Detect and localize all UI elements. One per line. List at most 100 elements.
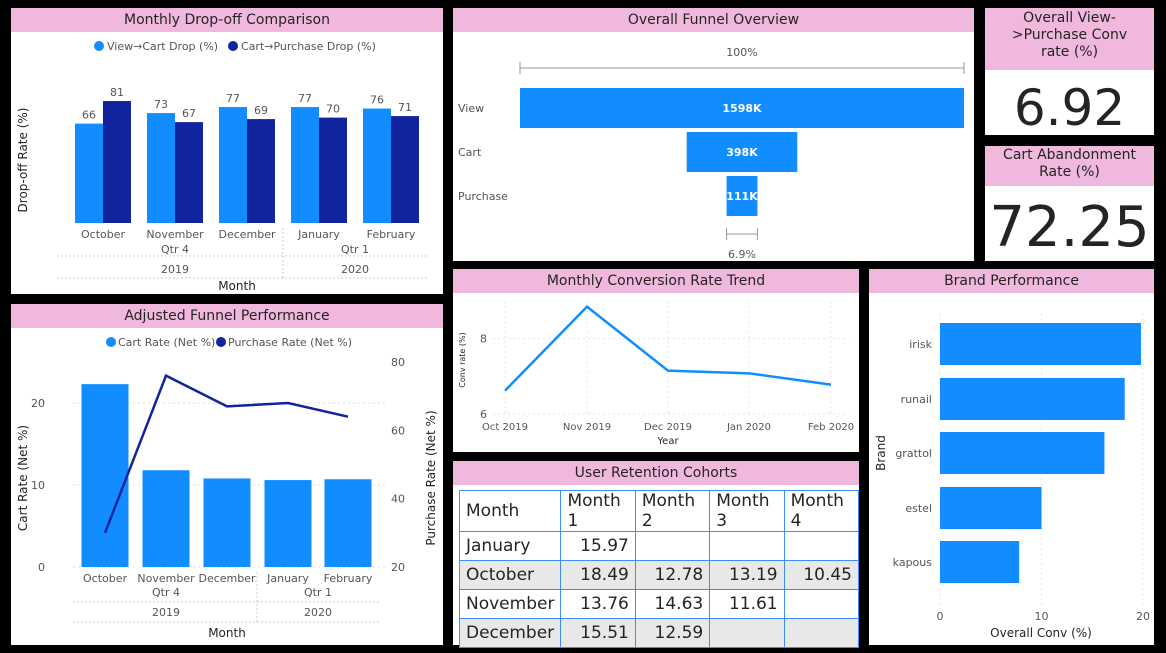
data-label: 70 <box>326 103 340 116</box>
y-tick-label: estel <box>905 502 932 515</box>
table-cell: January <box>458 531 562 561</box>
x-tick-label: Feb 2020 <box>808 422 854 433</box>
x-axis-title: Month <box>208 626 246 640</box>
bar <box>291 107 319 223</box>
table-row: December 15.51 12.59 <box>458 618 860 648</box>
legend-marker <box>216 337 226 347</box>
x-axis-title: Overall Conv (%) <box>990 626 1092 640</box>
table-cell: 13.76 <box>560 589 636 619</box>
x-tick-label: October <box>83 572 127 585</box>
x-tick-label: January <box>297 228 340 241</box>
table-cell: 18.49 <box>560 560 636 590</box>
legend-marker <box>106 337 116 347</box>
legend-label: Cart→Purchase Drop (%) <box>241 40 376 53</box>
table-cell: 13.19 <box>709 560 785 590</box>
x-tick-label: December <box>198 572 256 585</box>
cohort-table: Month Month 1 Month 2 Month 3 Month 4 Ja… <box>458 490 860 648</box>
y-axis-title: Brand <box>874 435 888 471</box>
data-label: 73 <box>154 98 168 111</box>
x-tick-label: February <box>367 228 416 241</box>
y-tick-label: grattol <box>895 447 932 460</box>
kpi-conv-title: Overall View->Purchase Conv rate (%) <box>985 8 1154 70</box>
x-tick-label: December <box>218 228 276 241</box>
y2-axis-title: Purchase Rate (Net %) <box>424 410 438 545</box>
table-row: November 13.76 14.63 11.61 <box>458 589 860 619</box>
y-tick-label: 0 <box>38 561 45 574</box>
bar <box>147 113 175 223</box>
y2-tick-label: 80 <box>391 356 405 369</box>
y-tick-label: 20 <box>31 397 45 410</box>
table-cell: 11.61 <box>709 589 785 619</box>
bar <box>81 384 129 567</box>
cohort-title: User Retention Cohorts <box>453 461 859 485</box>
table-cell <box>709 618 785 648</box>
cohort-col-header: Month 2 <box>634 490 711 532</box>
y-tick-label: irisk <box>909 338 932 351</box>
dropoff-chart: View→Cart Drop (%) Cart→Purchase Drop (%)… <box>16 40 429 293</box>
x-tick-label: February <box>324 572 373 585</box>
x-tick-label: Jan 2020 <box>726 422 771 433</box>
y-tick-label: 6 <box>480 408 487 421</box>
funnel-stage-label: View <box>458 102 484 115</box>
bar <box>363 108 391 223</box>
table-cell: 12.78 <box>634 560 711 590</box>
bar <box>75 123 103 223</box>
year-label: 2020 <box>341 263 369 276</box>
bar <box>247 119 275 223</box>
quarter-label: Qtr 4 <box>152 586 180 599</box>
year-label: 2019 <box>161 263 189 276</box>
funnel-chart: 100% 1598K View 398K Cart 111K Purchase 6.9% <box>458 46 965 261</box>
y-tick-label: kapous <box>893 556 933 569</box>
quarter-label: Qtr 4 <box>161 243 189 256</box>
x-tick-label: 20 <box>1136 610 1150 623</box>
table-row: October 18.49 12.78 13.19 10.45 <box>458 560 860 590</box>
legend-marker <box>94 41 104 51</box>
bar <box>940 487 1042 529</box>
data-label: 66 <box>82 109 96 122</box>
table-cell: December <box>458 618 562 648</box>
bar <box>219 107 247 223</box>
cohort-col-header: Month 3 <box>709 490 785 532</box>
adjusted-chart: Cart Rate (Net %) Purchase Rate (Net %) 0 1… <box>16 336 438 640</box>
quarter-label: Qtr 1 <box>341 243 369 256</box>
table-cell <box>783 589 860 619</box>
legend-marker <box>228 41 238 51</box>
adjusted-panel: Adjusted Funnel Performance Cart Rate (N… <box>11 304 443 645</box>
bar <box>264 480 312 567</box>
funnel-value-label: 398K <box>726 146 758 159</box>
funnel-bottom-label: 6.9% <box>728 248 756 261</box>
bar <box>142 470 190 567</box>
funnel-stage-label: Purchase <box>458 190 508 203</box>
kpi-conv-card: Overall View->Purchase Conv rate (%) 6.9… <box>985 8 1154 137</box>
trend-title: Monthly Conversion Rate Trend <box>453 269 859 293</box>
data-label: 69 <box>254 104 268 117</box>
funnel-value-label: 111K <box>726 190 758 203</box>
year-label: 2019 <box>152 606 180 619</box>
table-cell: 15.97 <box>560 531 636 561</box>
bar <box>391 116 419 223</box>
cohort-header-row: Month Month 1 Month 2 Month 3 Month 4 <box>458 490 860 532</box>
kpi-abandon-title: Cart Abandonment Rate (%) <box>985 146 1154 186</box>
cohort-panel: User Retention Cohorts Month Month 1 Mon… <box>453 461 860 648</box>
table-cell <box>709 531 785 561</box>
y2-tick-label: 60 <box>391 424 405 437</box>
data-label: 76 <box>370 94 384 107</box>
y-tick-label: 8 <box>480 333 487 346</box>
y2-tick-label: 40 <box>391 493 405 506</box>
funnel-top-label: 100% <box>726 46 757 59</box>
bar <box>175 122 203 223</box>
dropoff-title: Monthly Drop-off Comparison <box>11 8 443 32</box>
cohort-col-header: Month 1 <box>560 490 636 532</box>
table-row: January 15.97 <box>458 531 860 561</box>
y-tick-label: 10 <box>31 479 45 492</box>
bar <box>324 479 372 567</box>
table-cell: 12.59 <box>634 618 711 648</box>
kpi-abandon-card: Cart Abandonment Rate (%) 72.25 <box>985 146 1154 261</box>
data-label: 77 <box>226 92 240 105</box>
kpi-abandon-value: 72.25 <box>989 195 1150 260</box>
bar <box>103 101 131 223</box>
quarter-label: Qtr 1 <box>304 586 332 599</box>
table-cell <box>634 531 711 561</box>
y-axis-title: Cart Rate (Net %) <box>16 425 30 531</box>
brand-panel: Brand Performance 0 10 20 irisk runail gratto… <box>869 269 1154 645</box>
